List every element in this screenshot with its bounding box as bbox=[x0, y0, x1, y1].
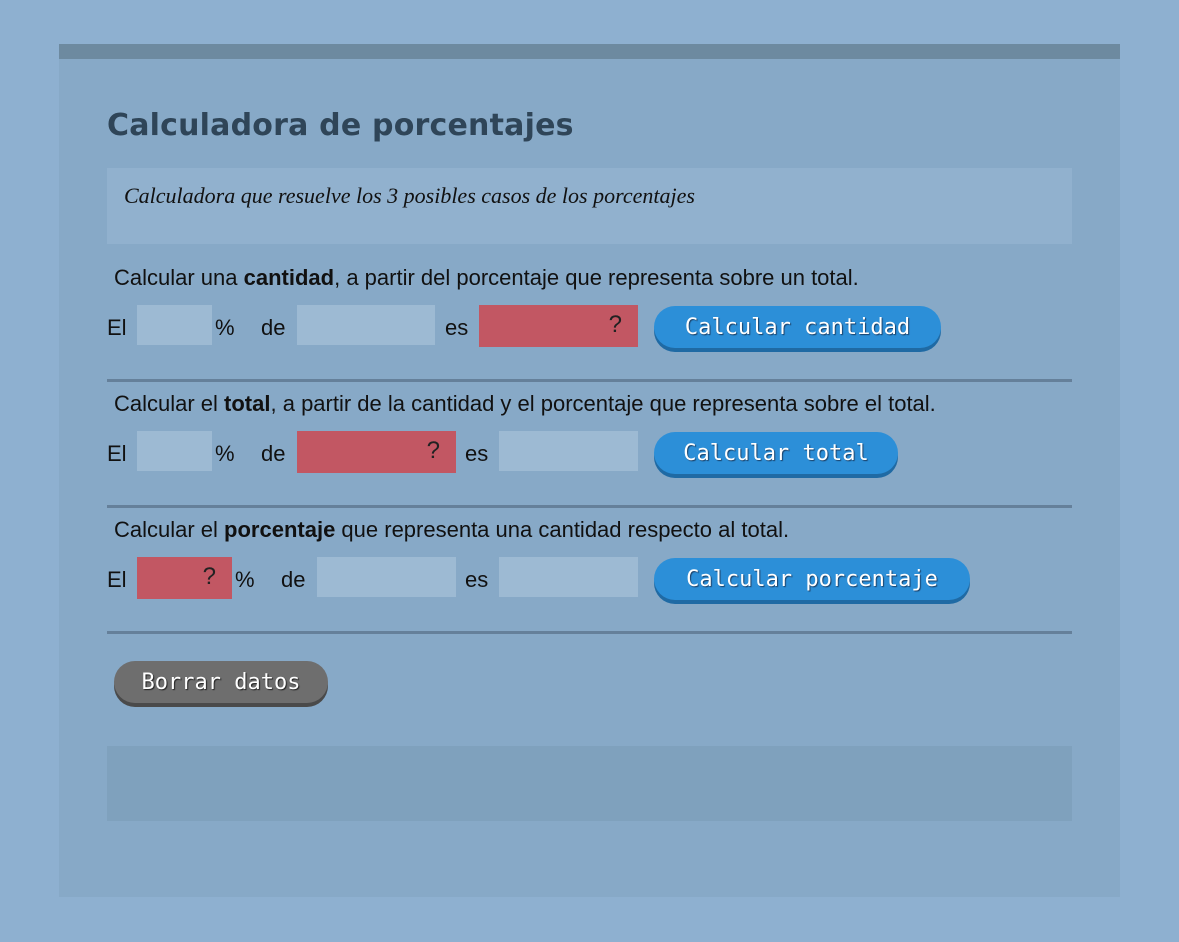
panel-top-bar bbox=[59, 44, 1120, 59]
label-percent: % bbox=[215, 315, 235, 340]
label-el: El bbox=[107, 441, 127, 466]
section-title-prefix: Calcular el bbox=[114, 391, 225, 416]
section-title-suffix: , a partir del porcentaje que representa… bbox=[334, 265, 859, 290]
page-title: Calculadora de porcentajes bbox=[107, 108, 574, 143]
calculator-panel: Calculadora de porcentajes Calculadora q… bbox=[59, 44, 1120, 897]
section-title-keyword: porcentaje bbox=[224, 517, 336, 542]
section-title-keyword: cantidad bbox=[243, 265, 335, 290]
section-title: Calcular el porcentaje que representa un… bbox=[114, 517, 789, 543]
calculate-total-button[interactable]: Calcular total bbox=[654, 432, 898, 474]
section-divider bbox=[107, 631, 1072, 634]
label-es: es bbox=[465, 441, 489, 466]
description-text: Calculadora que resuelve los 3 posibles … bbox=[124, 183, 695, 208]
section-divider bbox=[107, 505, 1072, 508]
section-title-suffix: , a partir de la cantidad y el porcentaj… bbox=[270, 391, 936, 416]
section-title: Calcular el total, a partir de la cantid… bbox=[114, 391, 936, 417]
percentage-result-field[interactable]: ? bbox=[137, 557, 232, 599]
calculate-percentage-button[interactable]: Calcular porcentaje bbox=[654, 558, 970, 600]
section-title-prefix: Calcular una bbox=[114, 265, 244, 290]
label-el: El bbox=[107, 315, 127, 340]
total-input[interactable] bbox=[317, 557, 456, 597]
section-title-suffix: que representa una cantidad respecto al … bbox=[335, 517, 790, 542]
formula-row: El ? % de es Calcular porcentaje bbox=[107, 557, 1072, 601]
label-de: de bbox=[261, 441, 286, 466]
quantity-result-field[interactable]: ? bbox=[479, 305, 638, 347]
quantity-input[interactable] bbox=[499, 431, 638, 471]
label-es: es bbox=[445, 315, 469, 340]
label-de: de bbox=[261, 315, 286, 340]
label-percent: % bbox=[235, 567, 255, 592]
section-title-keyword: total bbox=[224, 391, 271, 416]
quantity-input[interactable] bbox=[499, 557, 638, 597]
formula-row: El % de ? es Calcular total bbox=[107, 431, 1072, 475]
label-percent: % bbox=[215, 441, 235, 466]
percent-input[interactable] bbox=[137, 431, 212, 471]
section-divider bbox=[107, 379, 1072, 382]
section-title: Calcular una cantidad, a partir del porc… bbox=[114, 265, 859, 291]
label-es: es bbox=[465, 567, 489, 592]
clear-data-button[interactable]: Borrar datos bbox=[114, 661, 328, 703]
label-de: de bbox=[281, 567, 306, 592]
section-title-prefix: Calcular el bbox=[114, 517, 225, 542]
description-box: Calculadora que resuelve los 3 posibles … bbox=[107, 168, 1072, 244]
formula-row: El % de es ? Calcular cantidad bbox=[107, 305, 1072, 349]
calculate-quantity-button[interactable]: Calcular cantidad bbox=[654, 306, 941, 348]
total-input[interactable] bbox=[297, 305, 435, 345]
total-result-field[interactable]: ? bbox=[297, 431, 456, 473]
label-el: El bbox=[107, 567, 127, 592]
footer-box bbox=[107, 746, 1072, 821]
percent-input[interactable] bbox=[137, 305, 212, 345]
